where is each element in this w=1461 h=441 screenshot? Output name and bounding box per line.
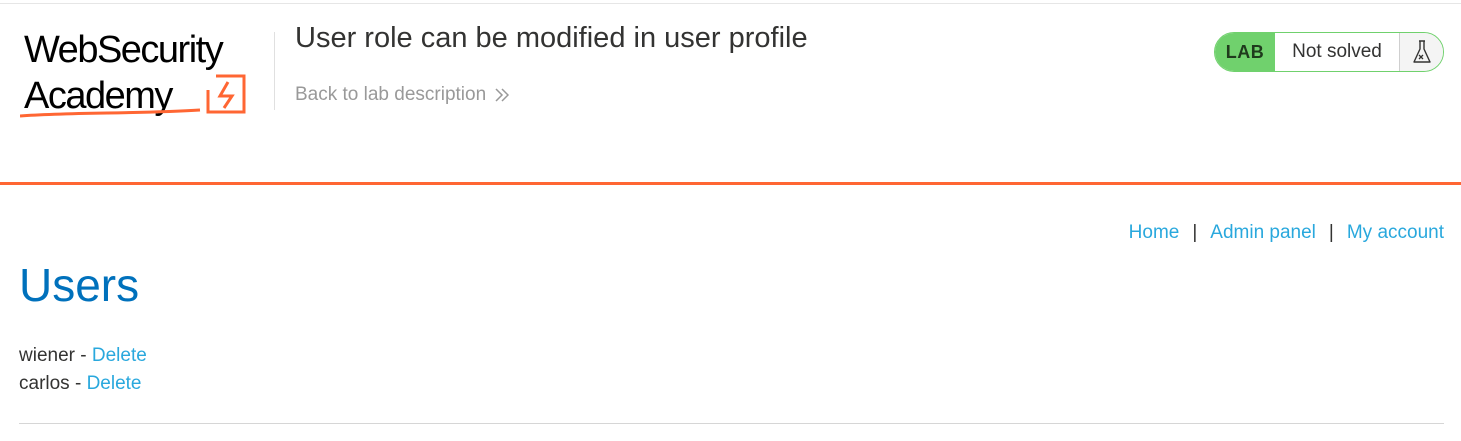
back-link-label: Back to lab description [295, 84, 487, 105]
nav-home-link[interactable]: Home [1129, 222, 1180, 244]
delete-user-carlos-link[interactable]: Delete [87, 373, 142, 394]
nav-my-account-link[interactable]: My account [1347, 222, 1444, 244]
top-navigation: Home | Admin panel | My account [1129, 222, 1444, 244]
user-name: carlos [19, 373, 70, 394]
user-row-wiener: wiener - Delete [19, 345, 147, 366]
page-title: Users [19, 259, 140, 311]
user-row-carlos: carlos - Delete [19, 373, 142, 394]
logo-divider [274, 32, 275, 110]
nav-separator: | [1328, 222, 1334, 243]
lab-header: WebSecurity Academy User role can be mod… [0, 0, 1461, 185]
lab-status-widget: LAB Not solved [1214, 32, 1444, 72]
lab-title: User role can be modified in user profil… [295, 22, 808, 54]
header-accent-rule [0, 182, 1461, 185]
delete-user-wiener-link[interactable]: Delete [92, 345, 147, 366]
user-list: wiener - Delete carlos - Delete [19, 342, 147, 398]
user-name: wiener [19, 345, 75, 366]
lab-status-text: Not solved [1275, 33, 1399, 71]
web-security-academy-logo[interactable]: WebSecurity Academy [20, 30, 272, 122]
double-chevron-right-icon [495, 88, 510, 102]
lab-badge: LAB [1215, 33, 1275, 71]
nav-separator: | [1192, 222, 1198, 243]
logo-lightning-box [206, 74, 246, 114]
content-divider [19, 423, 1444, 424]
nav-admin-panel-link[interactable]: Admin panel [1210, 222, 1316, 244]
logo-line-1: WebSecurity [24, 30, 224, 71]
flask-icon [1399, 33, 1443, 71]
back-to-lab-description-link[interactable]: Back to lab description [295, 84, 510, 106]
